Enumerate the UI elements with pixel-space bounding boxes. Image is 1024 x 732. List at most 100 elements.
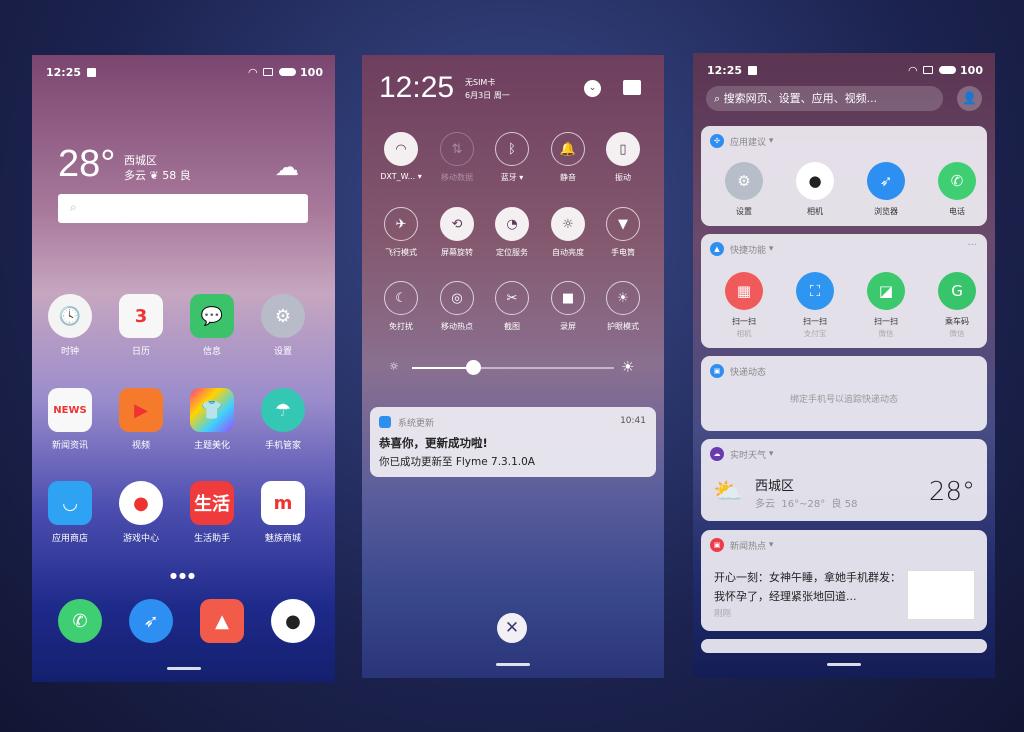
toggle-label: 定位服务 (482, 247, 542, 258)
gallery-icon[interactable]: ▲ (200, 599, 244, 643)
toggle-bell[interactable]: 🔔 静音 (538, 132, 598, 183)
suggest-app-0[interactable]: ⚙ 设置 (709, 162, 779, 217)
toggle-hotspot[interactable]: ◎ 移动热点 (427, 281, 487, 332)
sim-icon (923, 66, 934, 74)
slider-thumb[interactable] (465, 360, 481, 375)
card-title[interactable]: 快捷功能 (730, 243, 766, 256)
app-label: 乘车码 (945, 317, 969, 326)
caret-down-icon[interactable]: ▾ (517, 173, 523, 182)
quick-app-0[interactable]: ▦ 扫一扫 相机 (709, 272, 779, 339)
toggle-label: 移动数据 (427, 172, 487, 183)
toggle-label-text: 截图 (504, 322, 520, 331)
suggest-app-2[interactable]: ➶ 浏览器 (851, 162, 921, 217)
toggle-rotate[interactable]: ⟲ 屏幕旋转 (427, 207, 487, 258)
weather-city: 西城区 (124, 154, 157, 167)
news-app-icon: ▣ (710, 538, 724, 552)
more-icon[interactable]: ··· (967, 240, 977, 251)
app-label: 扫一扫 (874, 317, 898, 326)
app-store-bag[interactable]: m 魅族商城 (248, 481, 318, 544)
phone-icon[interactable]: ✆ (58, 599, 102, 643)
shortcut-icon: ▲ (710, 242, 724, 256)
toggle-eye-care[interactable]: ☀ 护眼模式 (593, 281, 653, 332)
search-input[interactable]: ⌕ (58, 194, 308, 223)
notification-card[interactable]: 系统更新 10:41 恭喜你，更新成功啦! 你已成功更新至 Flyme 7.3.… (370, 407, 656, 477)
battery-icon (279, 68, 297, 76)
browser-compass-icon[interactable]: ➶ (129, 599, 173, 643)
toggle-location[interactable]: ◔ 定位服务 (482, 207, 542, 258)
app-video[interactable]: ▶ 视频 (106, 388, 176, 451)
app-message[interactable]: 💬 信息 (177, 294, 247, 357)
app-label: 日历 (131, 347, 150, 357)
inbox-icon[interactable] (623, 80, 641, 95)
home-indicator[interactable] (496, 663, 530, 666)
news-icon: NEWS (48, 388, 92, 432)
news-thumbnail[interactable] (907, 570, 975, 620)
battery-level: 100 (300, 65, 323, 79)
app-label: 新闻资讯 (51, 441, 88, 451)
toggle-mobile-data[interactable]: ⇅ 移动数据 (427, 132, 487, 183)
app-label: 视频 (131, 441, 150, 451)
screen-record-icon: ■ (551, 281, 585, 315)
notification-body: 你已成功更新至 Flyme 7.3.1.0A (379, 456, 535, 468)
news-card[interactable]: ▣ 新闻热点 ▾ 开心一刻：女神午睡，拿她手机群发：我怀孕了，经理紧张地回道...… (701, 530, 987, 631)
caret-down-icon[interactable]: ▾ (415, 172, 422, 181)
avatar[interactable]: 👤 (957, 86, 982, 111)
weather-temp[interactable]: 28° (58, 143, 115, 186)
toggle-auto-brightness[interactable]: ☼ 自动亮度 (538, 207, 598, 258)
toggle-screen-record[interactable]: ■ 录屏 (538, 281, 598, 332)
app-calendar[interactable]: 3 日历 (106, 294, 176, 357)
toggle-wifi[interactable]: ◠ DXT_W... ▾ (371, 132, 431, 181)
home-indicator[interactable] (827, 663, 861, 666)
life-assistant-icon: 生活 (190, 481, 234, 525)
search-input[interactable]: ⌕ 搜索网页、设置、应用、视频... (706, 86, 943, 111)
app-life-assistant[interactable]: 生活 生活助手 (177, 481, 247, 544)
weather-card[interactable]: ☁ 实时天气 ▾ ⛅ 西城区 多云 16°~28° 良 58 28° (701, 439, 987, 521)
app-label: 手机管家 (264, 441, 301, 451)
weather-temp: 28° (928, 477, 975, 507)
scissors-icon: ✂ (495, 281, 529, 315)
next-card[interactable] (701, 639, 987, 653)
app-umbrella[interactable]: ☂ 手机管家 (248, 388, 318, 451)
toggle-moon[interactable]: ☾ 免打扰 (371, 281, 431, 332)
card-title[interactable]: 应用建议 (730, 135, 766, 148)
toggle-label: 屏幕旋转 (427, 247, 487, 258)
news-headline[interactable]: 开心一刻：女神午睡，拿她手机群发：我怀孕了，经理紧张地回道... (714, 568, 902, 606)
weather-aqi: 58 良 (162, 169, 191, 182)
app-app-store[interactable]: ◡ 应用商店 (35, 481, 105, 544)
brightness-slider[interactable] (412, 360, 614, 375)
app-clock[interactable]: 🕓 时钟 (35, 294, 105, 357)
toggle-label: 蓝牙 ▾ (482, 172, 542, 183)
partly-cloudy-icon: ⛅ (713, 477, 743, 505)
cc-time: 12:25 (379, 71, 455, 104)
app-label: 游戏中心 (122, 534, 159, 544)
app-game-center[interactable]: ● 游戏中心 (106, 481, 176, 544)
app-gear[interactable]: ⚙ 设置 (248, 294, 318, 357)
hotspot-icon: ◎ (440, 281, 474, 315)
close-icon[interactable]: ✕ (497, 613, 527, 643)
express-card[interactable]: ▣ 快递动态 绑定手机号以追踪快递动态 (701, 356, 987, 431)
quick-app-2[interactable]: ◪ 扫一扫 微信 (851, 272, 921, 339)
toggle-airplane[interactable]: ✈ 飞行模式 (371, 207, 431, 258)
suggest-app-3[interactable]: ✆ 电话 (922, 162, 992, 217)
camera-icon[interactable]: ● (271, 599, 315, 643)
toggle-scissors[interactable]: ✂ 截图 (482, 281, 542, 332)
toggle-bluetooth[interactable]: ᛒ 蓝牙 ▾ (482, 132, 542, 183)
toggle-vibrate[interactable]: ▯ 振动 (593, 132, 653, 183)
toggle-flashlight[interactable]: ▼ 手电筒 (593, 207, 653, 258)
weather-aqi: 良 58 (831, 499, 858, 510)
home-indicator[interactable] (166, 667, 201, 670)
vibrate-icon: ▯ (606, 132, 640, 166)
app-theme[interactable]: 👕 主题美化 (177, 388, 247, 451)
app-news[interactable]: NEWS 新闻资讯 (35, 388, 105, 451)
suggest-app-1[interactable]: ● 相机 (780, 162, 850, 217)
chevron-down-icon[interactable]: ⌄ (584, 80, 601, 97)
quick-app-3[interactable]: G 乘车码 微信 (922, 272, 992, 339)
toggle-label: DXT_W... ▾ (371, 172, 431, 181)
clock-icon: 🕓 (48, 294, 92, 338)
phone-icon: ✆ (938, 162, 976, 200)
express-message[interactable]: 绑定手机号以追踪快递动态 (701, 392, 987, 405)
app-label: 扫一扫 (803, 317, 827, 326)
page-indicator[interactable]: ●●● (170, 571, 197, 580)
wifi-icon: ◠ (384, 132, 418, 166)
quick-app-1[interactable]: ⛶ 扫一扫 支付宝 (780, 272, 850, 339)
